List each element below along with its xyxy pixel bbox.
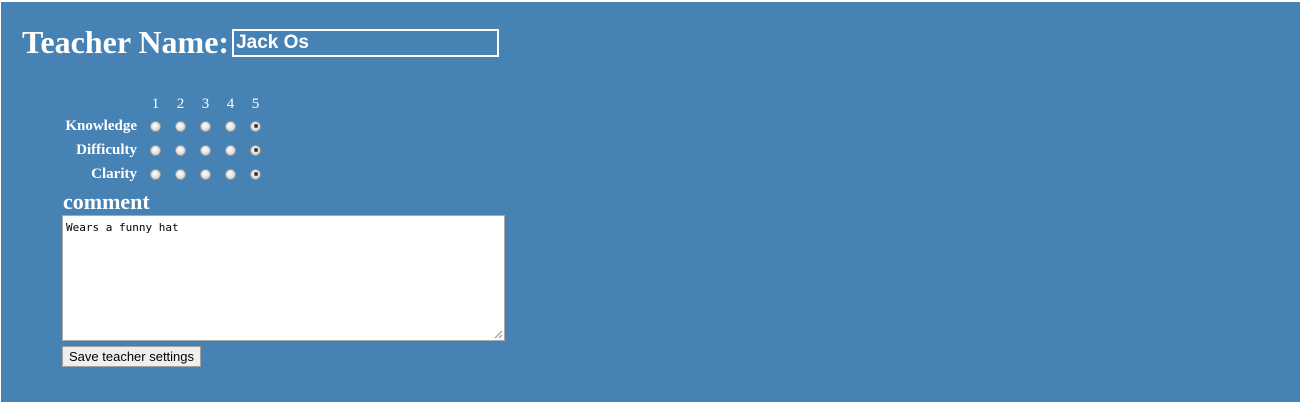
rating-label-knowledge: Knowledge (65, 117, 137, 134)
rating-row-difficulty: Difficulty (63, 138, 268, 162)
knowledge-radio-4[interactable] (225, 120, 236, 132)
scale-number-4: 4 (226, 95, 235, 112)
scale-number-3: 3 (201, 95, 210, 112)
difficulty-radio-2[interactable] (175, 144, 186, 156)
knowledge-radio-5[interactable] (250, 120, 261, 132)
rating-row-clarity: Clarity (63, 162, 268, 186)
difficulty-radio-3[interactable] (200, 144, 211, 156)
clarity-radio-3[interactable] (200, 168, 211, 180)
ratings-grid: 1 2 3 4 5 Knowledge Difficulty Clarity (63, 94, 268, 186)
teacher-name-row: Teacher Name: (22, 22, 500, 62)
scale-number-2: 2 (176, 95, 185, 112)
knowledge-radio-2[interactable] (175, 120, 186, 132)
difficulty-radio-5[interactable] (250, 144, 261, 156)
scale-number-5: 5 (251, 95, 260, 112)
difficulty-radio-1[interactable] (150, 144, 161, 156)
save-teacher-settings-button[interactable]: Save teacher settings (62, 346, 202, 367)
comment-label: comment (63, 189, 150, 214)
knowledge-radio-1[interactable] (150, 120, 161, 132)
rating-row-knowledge: Knowledge (63, 114, 268, 138)
difficulty-radio-4[interactable] (225, 144, 236, 156)
clarity-radio-5[interactable] (250, 168, 261, 180)
rating-label-clarity: Clarity (91, 165, 137, 182)
comment-textarea[interactable]: Wears a funny hat (62, 215, 505, 341)
clarity-radio-4[interactable] (225, 168, 236, 180)
clarity-radio-1[interactable] (150, 168, 161, 180)
scale-header-row: 1 2 3 4 5 (63, 94, 268, 114)
teacher-settings-panel: Teacher Name: 1 2 3 4 5 Knowledge Diffic… (1, 2, 1300, 402)
clarity-radio-2[interactable] (175, 168, 186, 180)
rating-label-difficulty: Difficulty (76, 141, 137, 158)
teacher-name-label: Teacher Name: (22, 24, 230, 60)
teacher-name-input[interactable] (232, 29, 500, 57)
scale-number-1: 1 (151, 95, 160, 112)
knowledge-radio-3[interactable] (200, 120, 211, 132)
